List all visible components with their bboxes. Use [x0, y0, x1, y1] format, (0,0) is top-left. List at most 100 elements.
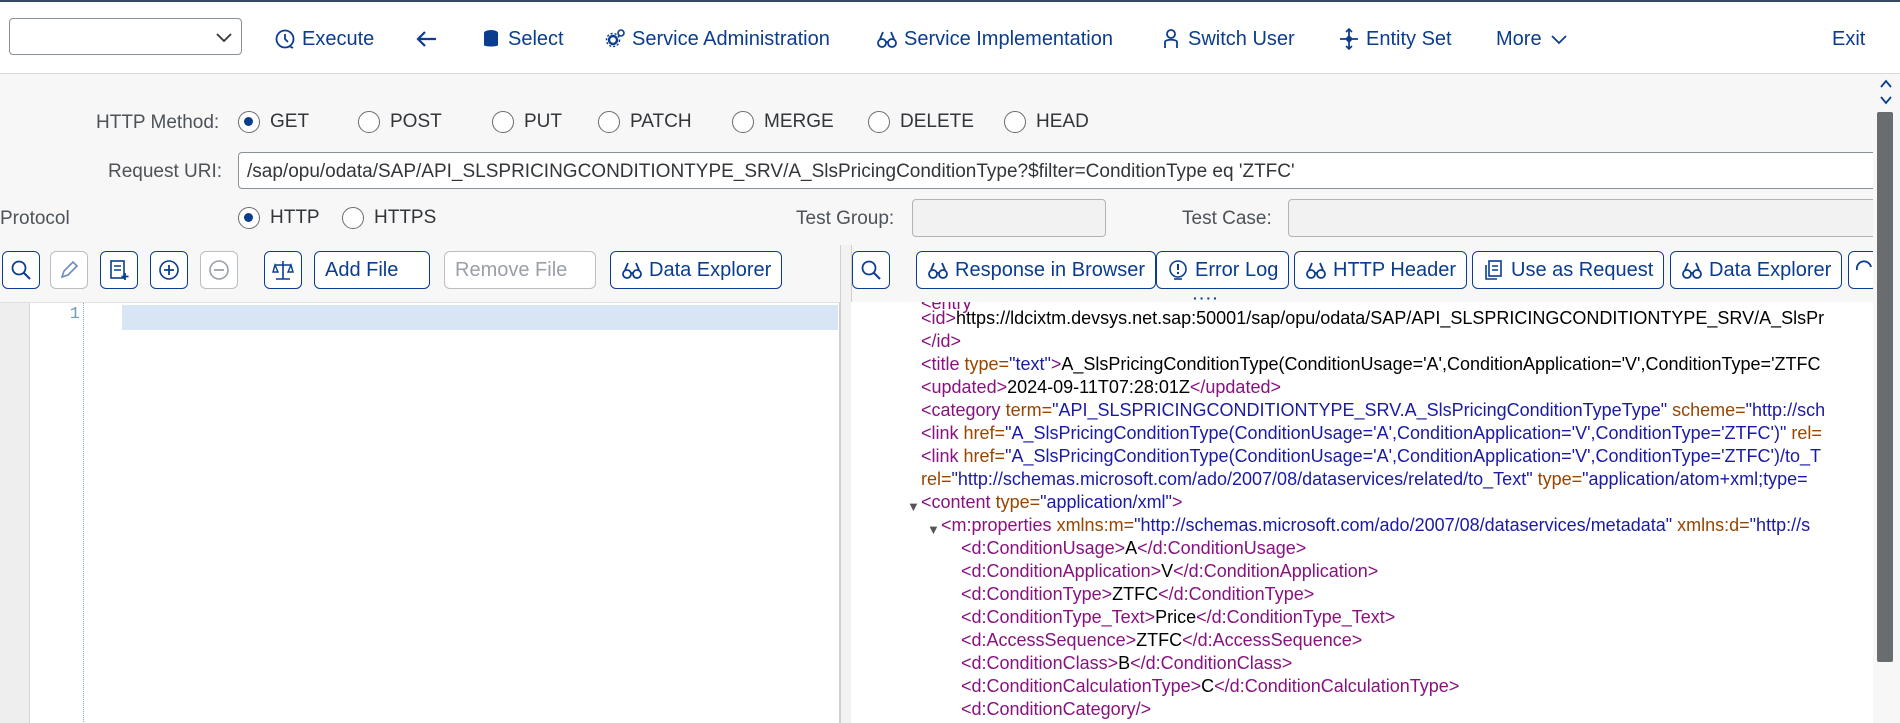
xml-tag: > — [1050, 354, 1062, 374]
xml-line-property: <d:ConditionCalculationType>C</d:Conditi… — [961, 675, 1459, 698]
editor-fold-gutter — [0, 303, 30, 723]
xml-line-link-text: <link href="A_SlsPricingConditionType(Co… — [921, 445, 1821, 468]
xml-tag: </d:ConditionType_Text> — [1196, 607, 1396, 627]
add-file-label: Add File — [325, 258, 399, 281]
request-uri-label: Request URI: — [108, 161, 223, 182]
xml-tag: <d:ConditionType> — [961, 584, 1113, 604]
http-header-button[interactable]: HTTP Header — [1294, 251, 1468, 289]
scroll-down-icon[interactable] — [1879, 94, 1893, 106]
execute-button[interactable]: Execute — [274, 24, 374, 54]
xml-tag: <id> — [921, 308, 957, 328]
scroll-up-icon[interactable] — [1879, 78, 1893, 90]
response-body-viewer[interactable]: <entry <id>https://ldcixtm.devsys.net.sa… — [851, 302, 1873, 723]
xml-value: "A_SlsPricingConditionType(ConditionUsag… — [1005, 423, 1787, 443]
xml-attr: href= — [958, 423, 1006, 443]
test-case-input[interactable] — [1288, 199, 1878, 237]
service-implementation-label: Service Implementation — [904, 27, 1113, 50]
add-button[interactable] — [150, 251, 188, 289]
add-file-button[interactable]: Add File — [314, 251, 430, 289]
error-log-button[interactable]: Error Log — [1156, 251, 1290, 289]
test-case-label: Test Case: — [1182, 208, 1272, 229]
select-button[interactable]: Select — [480, 24, 564, 54]
xml-tag: </d:ConditionType> — [1158, 584, 1315, 604]
method-radio-delete[interactable]: DELETE — [868, 111, 974, 133]
xml-value: "application/atom+xml;type= — [1582, 469, 1808, 489]
xml-text: ZTFC — [1112, 584, 1159, 604]
method-radio-label: POST — [390, 111, 442, 132]
entity-set-button[interactable]: Entity Set — [1338, 24, 1452, 54]
protocol-radio-https[interactable]: HTTPS — [342, 207, 436, 229]
binoculars-icon — [622, 262, 642, 279]
collapse-triangle-icon[interactable]: ▼ — [927, 518, 940, 541]
remove-button[interactable] — [200, 251, 238, 289]
user-icon — [1164, 29, 1178, 48]
xml-text: https://ldcixtm.devsys.net.sap:50001/sap… — [956, 308, 1825, 328]
method-radio-post[interactable]: POST — [358, 111, 442, 133]
xml-text: ZTFC — [1136, 630, 1183, 650]
request-body-editor[interactable]: 1 — [0, 302, 840, 723]
switch-user-button[interactable]: Switch User — [1160, 24, 1295, 54]
service-administration-button[interactable]: Service Administration — [604, 24, 830, 54]
page-scrollbar[interactable] — [1873, 74, 1900, 723]
method-radio-merge[interactable]: MERGE — [732, 111, 834, 133]
xml-attr: term= — [1000, 400, 1053, 420]
xml-tag: <d:ConditionCategory/> — [961, 699, 1152, 719]
exit-button[interactable]: Exit — [1832, 24, 1865, 54]
more-label: More — [1496, 27, 1542, 50]
method-radio-patch[interactable]: PATCH — [598, 111, 692, 133]
method-radio-get[interactable]: GET — [238, 111, 309, 133]
add-circle-icon — [159, 260, 179, 280]
xml-line-link-self: <link href="A_SlsPricingConditionType(Co… — [921, 422, 1822, 445]
test-group-label: Test Group: — [796, 208, 895, 229]
chevron-down-icon — [216, 33, 232, 43]
scrollbar-thumb[interactable] — [1877, 112, 1893, 662]
zoom-response-button[interactable] — [852, 251, 890, 289]
exit-label: Exit — [1832, 27, 1866, 50]
request-data-explorer-button[interactable]: Data Explorer — [610, 251, 783, 289]
xml-line-category: <category term="API_SLSPRICINGCONDITIONT… — [921, 399, 1825, 422]
xml-attr: type= — [990, 492, 1041, 512]
method-radio-label: PATCH — [630, 111, 692, 132]
xml-line-property: <d:ConditionApplication>V</d:ConditionAp… — [961, 560, 1378, 583]
editor-line-gutter — [30, 303, 84, 723]
active-line-highlight — [122, 305, 838, 330]
system-alias-dropdown[interactable] — [9, 18, 242, 55]
add-form-button[interactable] — [100, 251, 138, 289]
request-uri-input[interactable]: /sap/opu/odata/SAP/API_SLSPRICINGCONDITI… — [238, 152, 1900, 189]
xml-text: A — [1125, 538, 1138, 558]
method-radio-put[interactable]: PUT — [492, 111, 562, 133]
use-as-request-button[interactable]: Use as Request — [1472, 251, 1665, 289]
test-group-input[interactable] — [912, 199, 1106, 237]
back-button[interactable] — [416, 24, 438, 54]
pencil-icon — [60, 260, 79, 279]
remove-file-button[interactable]: Remove File — [444, 251, 596, 289]
chevron-down-icon — [1550, 35, 1567, 45]
xml-attr: xmlns:d= — [1672, 515, 1750, 535]
collapse-triangle-icon[interactable]: ▼ — [907, 495, 920, 518]
xml-tag: <category — [921, 400, 1001, 420]
radio-empty-icon — [492, 111, 514, 133]
balance-scale-icon — [272, 261, 294, 280]
xml-text: B — [1118, 653, 1131, 673]
protocol-radio-http[interactable]: HTTP — [238, 207, 320, 229]
more-button[interactable]: More — [1496, 24, 1570, 54]
binoculars-icon — [928, 262, 948, 279]
zoom-request-button[interactable] — [2, 251, 40, 289]
xml-tag: <d:AccessSequence> — [961, 630, 1137, 650]
xml-tag: <updated> — [921, 377, 1008, 397]
xml-tag: <d:ConditionClass> — [961, 653, 1119, 673]
remove-file-label: Remove File — [455, 258, 568, 281]
xml-value: "http://schemas.microsoft.com/ado/2007/0… — [951, 469, 1533, 489]
edit-request-button[interactable] — [50, 251, 88, 289]
response-in-browser-button[interactable]: Response in Browser — [916, 251, 1157, 289]
method-radio-head[interactable]: HEAD — [1004, 111, 1089, 133]
xml-tag: <d:ConditionApplication> — [961, 561, 1162, 581]
compare-button[interactable] — [264, 251, 302, 289]
response-data-explorer-button[interactable]: Data Explorer — [1670, 251, 1843, 289]
xml-tag: <m:properties — [941, 515, 1052, 535]
arrow-left-icon — [416, 31, 436, 47]
service-implementation-button[interactable]: Service Implementation — [876, 24, 1113, 54]
xml-attr: rel= — [921, 469, 952, 489]
xml-tag: </id> — [921, 331, 962, 351]
copy-document-icon — [1485, 260, 1502, 280]
